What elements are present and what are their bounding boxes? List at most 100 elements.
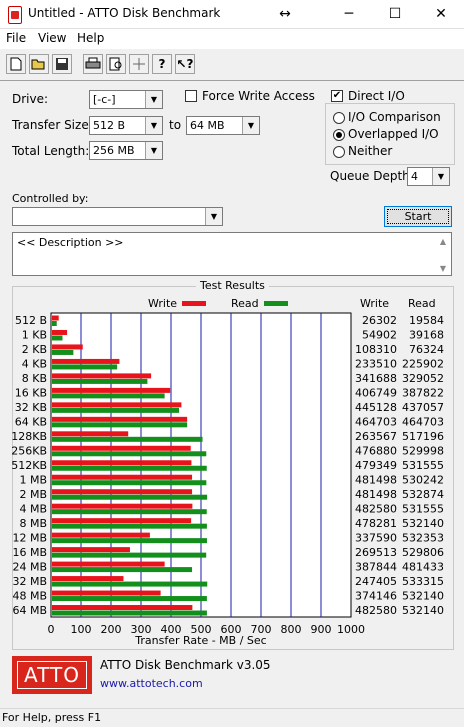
read-bar (52, 436, 203, 442)
read-bar (52, 321, 57, 326)
read-value: 533315 (402, 575, 444, 588)
category-label: 64 KB (15, 416, 47, 429)
read-value: 387822 (402, 387, 444, 400)
write-value: 464703 (355, 416, 397, 429)
read-bar (52, 422, 188, 428)
write-value: 108310 (355, 343, 397, 356)
write-value: 233510 (355, 358, 397, 371)
write-value: 482580 (355, 502, 397, 515)
write-value: 481498 (355, 473, 397, 486)
write-value: 337590 (355, 531, 397, 544)
write-bar (52, 576, 124, 582)
read-value: 481433 (402, 560, 444, 573)
read-value: 19584 (409, 314, 444, 327)
write-value: 481498 (355, 488, 397, 501)
x-tick-label: 900 (311, 623, 332, 636)
read-bar (52, 335, 63, 341)
read-bar (52, 378, 148, 384)
write-bar (52, 329, 68, 335)
read-bar (52, 552, 207, 558)
write-value: 387844 (355, 560, 397, 573)
write-bar (52, 373, 152, 379)
write-bar (52, 474, 193, 480)
write-bar (52, 518, 192, 524)
category-label: 256KB (11, 445, 47, 458)
product-name: ATTO Disk Benchmark v3.05 (100, 658, 271, 672)
status-text: For Help, press F1 (2, 711, 102, 724)
read-bar (52, 567, 193, 573)
read-value: 532140 (402, 589, 444, 602)
write-bar (52, 402, 182, 408)
category-label: 2 KB (22, 343, 47, 356)
write-value: 478281 (355, 517, 397, 530)
write-value: 26302 (362, 314, 397, 327)
read-value: 464703 (402, 416, 444, 429)
category-label: 1 MB (19, 473, 47, 486)
read-value: 437057 (402, 401, 444, 414)
category-label: 16 MB (12, 546, 47, 559)
write-bar (52, 561, 165, 567)
read-bar (52, 581, 208, 587)
write-bar (52, 344, 83, 350)
write-bar (52, 503, 193, 509)
status-bar: For Help, press F1 (0, 708, 464, 727)
read-bar (52, 596, 207, 602)
x-tick-label: 800 (281, 623, 302, 636)
atto-logo: ATTO (12, 656, 92, 694)
read-value: 531555 (402, 459, 444, 472)
read-bar (52, 509, 207, 515)
write-value: 406749 (355, 387, 397, 400)
category-label: 512KB (11, 459, 47, 472)
write-value: 247405 (355, 575, 397, 588)
read-bar (52, 407, 180, 413)
read-bar (52, 349, 74, 355)
category-label: 24 MB (12, 560, 47, 573)
read-value: 532140 (402, 517, 444, 530)
write-value: 54902 (362, 329, 397, 342)
website-link[interactable]: www.attotech.com (100, 677, 203, 690)
read-value: 39168 (409, 329, 444, 342)
read-value: 532140 (402, 604, 444, 617)
write-value: 482580 (355, 604, 397, 617)
category-label: 4 KB (22, 358, 47, 371)
read-value: 532353 (402, 531, 444, 544)
category-label: 64 MB (12, 604, 47, 617)
write-bar (52, 416, 188, 422)
read-bar (52, 393, 165, 399)
category-label: 16 KB (15, 387, 47, 400)
write-value: 269513 (355, 546, 397, 559)
write-bar (52, 605, 193, 611)
category-label: 32 KB (15, 401, 47, 414)
write-value: 374146 (355, 589, 397, 602)
write-bar (52, 315, 59, 321)
x-tick-label: 100 (71, 623, 92, 636)
read-bar (52, 364, 118, 370)
write-value: 445128 (355, 401, 397, 414)
read-bar (52, 610, 207, 616)
x-axis-label: Transfer Rate - MB / Sec (134, 634, 266, 647)
read-value: 529806 (402, 546, 444, 559)
category-label: 32 MB (12, 575, 47, 588)
read-bar (52, 465, 207, 471)
read-value: 531555 (402, 502, 444, 515)
read-bar (52, 480, 207, 486)
read-bar (52, 494, 208, 500)
read-bar (52, 523, 207, 529)
category-label: 1 KB (22, 329, 47, 342)
read-value: 532874 (402, 488, 444, 501)
category-label: 4 MB (19, 502, 47, 515)
category-label: 8 MB (19, 517, 47, 530)
read-bar (52, 538, 207, 544)
write-bar (52, 460, 192, 466)
x-tick-label: 0 (48, 623, 55, 636)
category-label: 12 MB (12, 531, 47, 544)
read-value: 329052 (402, 372, 444, 385)
x-tick-label: 1000 (337, 623, 365, 636)
write-bar (52, 489, 193, 495)
category-label: 48 MB (12, 589, 47, 602)
category-label: 512 B (15, 314, 47, 327)
category-label: 128KB (11, 430, 47, 443)
write-bar (52, 387, 171, 393)
category-label: 8 KB (22, 372, 47, 385)
write-bar (52, 590, 161, 596)
